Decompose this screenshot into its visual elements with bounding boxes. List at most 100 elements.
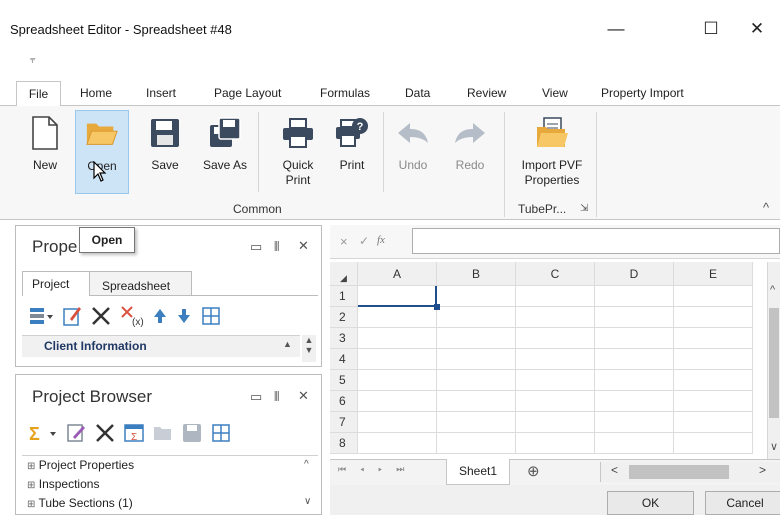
grid-cell[interactable]	[437, 370, 516, 391]
row-header[interactable]: 1	[330, 286, 358, 307]
grid-cell[interactable]	[516, 433, 595, 454]
grid-cell[interactable]	[674, 286, 753, 307]
grid-cell[interactable]	[358, 433, 437, 454]
grid-cell[interactable]	[595, 328, 674, 349]
grid-cell[interactable]	[674, 412, 753, 433]
add-sheet-icon[interactable]: ⊕	[527, 462, 540, 480]
grid-cell[interactable]	[358, 391, 437, 412]
insert-row-icon[interactable]	[200, 305, 222, 327]
import-pvf-properties-button[interactable]: Import PVF Properties	[510, 110, 594, 194]
browser-pin-icon[interactable]: ⫴	[274, 389, 279, 405]
open-folder-disabled-icon[interactable]	[152, 422, 174, 444]
column-header[interactable]: A	[358, 262, 437, 286]
grid-cell[interactable]	[358, 349, 437, 370]
row-header[interactable]: 2	[330, 307, 358, 328]
grid-cell[interactable]	[358, 370, 437, 391]
scroll-left-icon[interactable]: <	[611, 463, 618, 477]
grid-cell[interactable]	[595, 412, 674, 433]
scroll-thumb[interactable]	[629, 465, 729, 479]
grid-cell[interactable]	[595, 349, 674, 370]
tab-project[interactable]: Project	[32, 277, 69, 291]
fill-handle[interactable]	[434, 304, 440, 310]
edit-property-icon[interactable]	[62, 305, 82, 327]
expand-icon[interactable]: ⊞	[27, 499, 35, 510]
sum-dropdown-icon[interactable]: Σ	[28, 422, 58, 444]
sheet-nav-icons[interactable]: ⏮◂▸⏭	[338, 464, 418, 475]
grid-cell[interactable]	[516, 307, 595, 328]
tree-item-project-properties[interactable]: ⊞ Project Properties	[27, 458, 134, 472]
browser-close-icon[interactable]: ✕	[298, 388, 309, 404]
move-up-icon[interactable]	[152, 305, 168, 327]
expand-icon[interactable]: ⊞	[27, 480, 35, 491]
grid-cell[interactable]	[595, 370, 674, 391]
formula-input[interactable]	[412, 228, 780, 254]
grid-cell[interactable]	[595, 391, 674, 412]
table-sum-icon[interactable]: Σ	[123, 422, 145, 444]
select-all-corner[interactable]: ◢	[330, 262, 358, 286]
grid-cell[interactable]	[674, 349, 753, 370]
row-header[interactable]: 4	[330, 349, 358, 370]
grid-cell[interactable]	[437, 307, 516, 328]
grid-cell[interactable]	[516, 286, 595, 307]
close-button[interactable]: ✕	[734, 12, 780, 46]
new-button[interactable]: New	[18, 110, 72, 194]
vertical-scrollbar[interactable]: ^ ∨	[767, 262, 780, 459]
tab-formulas[interactable]: Formulas	[320, 81, 370, 106]
delete-icon[interactable]	[90, 305, 112, 327]
quick-print-button[interactable]: Quick Print	[271, 110, 325, 194]
save-disabled-icon[interactable]	[181, 422, 203, 444]
grid-cell[interactable]	[437, 412, 516, 433]
ribbon-collapse-icon[interactable]: ^	[763, 200, 769, 215]
group-launcher-icon[interactable]: ⇲	[580, 203, 588, 214]
tree-item-inspections[interactable]: ⊞ Inspections	[27, 477, 99, 491]
browser-grid-icon[interactable]	[210, 422, 232, 444]
maximize-button[interactable]: ☐	[688, 12, 734, 46]
grid-cell[interactable]	[516, 370, 595, 391]
tab-data[interactable]: Data	[405, 81, 430, 106]
minimize-button[interactable]: —	[593, 12, 639, 46]
grid-cell[interactable]	[674, 307, 753, 328]
tab-property-import[interactable]: Property Import	[601, 81, 684, 106]
grid-cell[interactable]	[437, 433, 516, 454]
grid-cell[interactable]	[358, 412, 437, 433]
grid-cell[interactable]	[516, 349, 595, 370]
category-collapse-icon[interactable]: ▲	[283, 339, 292, 349]
row-header[interactable]: 7	[330, 412, 358, 433]
grid-cell[interactable]	[516, 391, 595, 412]
grid-cell[interactable]	[595, 286, 674, 307]
categorize-dropdown-icon[interactable]	[28, 305, 54, 327]
grid-cell[interactable]	[437, 286, 516, 307]
panel-pin-icon[interactable]: ⫴	[274, 239, 279, 255]
formula-confirm-icon[interactable]: ✓	[359, 234, 369, 248]
scroll-up-icon[interactable]: ^	[770, 284, 775, 296]
horizontal-scrollbar[interactable]: < >	[600, 462, 780, 482]
row-header[interactable]: 5	[330, 370, 358, 391]
grid-cell[interactable]	[437, 328, 516, 349]
tree-scroll-down-icon[interactable]: ∨	[304, 496, 311, 507]
undo-button[interactable]: Undo	[386, 110, 440, 194]
grid-cell[interactable]	[516, 328, 595, 349]
scroll-right-icon[interactable]: >	[759, 463, 766, 477]
cancel-button[interactable]: Cancel	[705, 491, 780, 515]
column-header[interactable]: D	[595, 262, 674, 286]
grid-cell[interactable]	[437, 349, 516, 370]
tab-page-layout[interactable]: Page Layout	[214, 81, 281, 106]
grid-cell[interactable]	[674, 391, 753, 412]
row-header[interactable]: 8	[330, 433, 358, 454]
tree-scroll-up-icon[interactable]: ^	[304, 459, 309, 470]
row-header[interactable]: 6	[330, 391, 358, 412]
function-icon[interactable]: fx	[377, 234, 385, 246]
column-header[interactable]: B	[437, 262, 516, 286]
expand-icon[interactable]: ⊞	[27, 461, 35, 472]
delete-formula-icon[interactable]: (x)	[120, 305, 144, 327]
tab-review[interactable]: Review	[467, 81, 506, 106]
move-down-icon[interactable]	[176, 305, 192, 327]
row-header[interactable]: 3	[330, 328, 358, 349]
browser-maximize-icon[interactable]: ▭	[250, 389, 262, 405]
grid-cell[interactable]	[595, 307, 674, 328]
grid-cell[interactable]	[595, 433, 674, 454]
tab-insert[interactable]: Insert	[146, 81, 176, 106]
tab-file[interactable]: File	[16, 81, 61, 106]
column-header[interactable]: C	[516, 262, 595, 286]
panel-close-icon[interactable]: ✕	[298, 238, 309, 254]
